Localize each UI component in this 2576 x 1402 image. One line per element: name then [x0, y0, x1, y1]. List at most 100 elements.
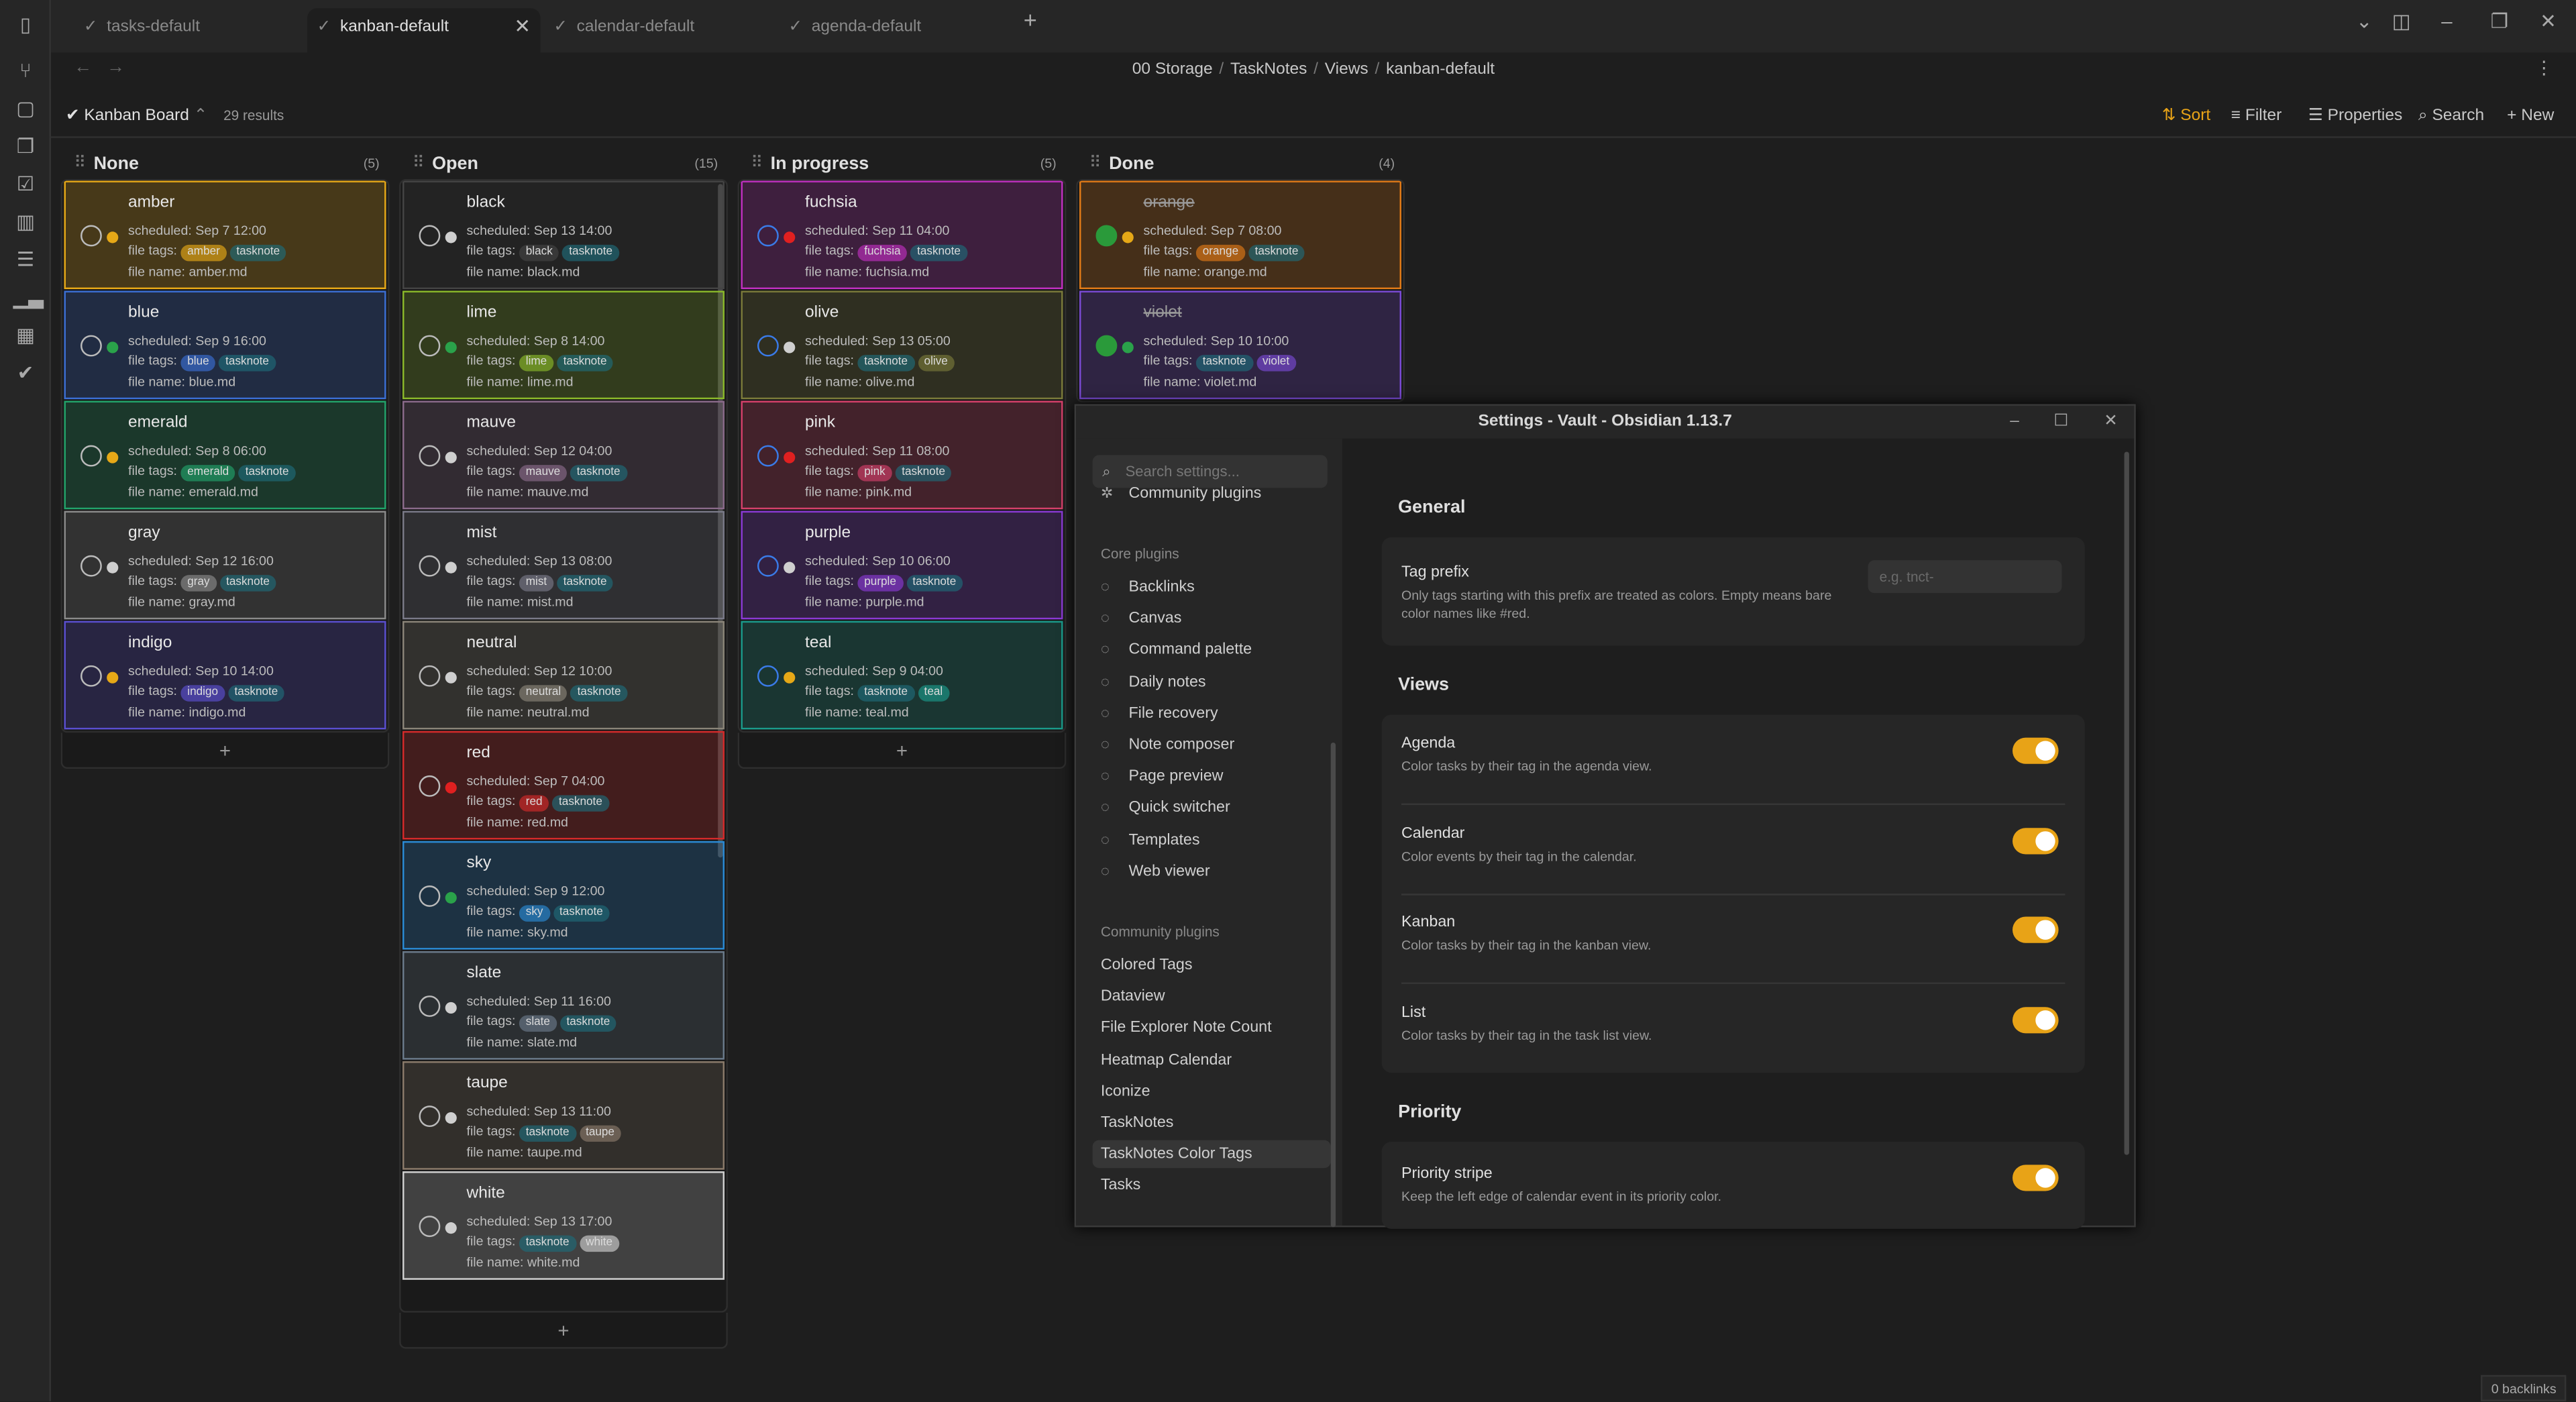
tag-pill[interactable]: tasknote [519, 1235, 576, 1252]
graph-icon[interactable]: ⑂ [13, 59, 38, 84]
breadcrumb-item[interactable]: TaskNotes [1230, 61, 1307, 79]
drag-handle-icon[interactable]: ⠿ [413, 151, 425, 177]
tag-pill[interactable]: indigo [180, 685, 225, 702]
tag-pill[interactable]: violet [1256, 354, 1296, 372]
task-card[interactable]: black scheduled: Sep 13 14:00 file tags: b… [402, 180, 725, 290]
tag-pill[interactable]: tasknote [895, 465, 952, 482]
sidebar-item-core[interactable]: ◌ Command palette [1093, 637, 1331, 665]
sidebar-item-plugin[interactable]: TaskNotes Color Tags [1092, 1140, 1331, 1169]
sidebar-item-core[interactable]: ◌ Page preview [1093, 763, 1331, 791]
tag-pill[interactable]: tasknote [857, 685, 914, 702]
calendar-icon[interactable]: ▦ [13, 323, 38, 348]
tag-pill[interactable]: black [519, 244, 559, 262]
tag-pill[interactable]: purple [857, 575, 903, 592]
task-card[interactable]: fuchsia scheduled: Sep 11 04:00 file tags:… [741, 180, 1063, 290]
minimize-icon[interactable]: – [2441, 10, 2452, 33]
sidebar-item-community-plugins[interactable]: ✲ Community plugins [1093, 480, 1331, 508]
tag-pill[interactable]: tasknote [570, 465, 627, 482]
sidebar-item-core[interactable]: ◌ Note composer [1093, 731, 1331, 759]
new-tab-icon[interactable]: + [1024, 7, 1037, 33]
task-card[interactable]: slate scheduled: Sep 11 16:00 file tags: s… [402, 951, 725, 1060]
check-all-icon[interactable]: ✔ [13, 362, 38, 386]
maximize-icon[interactable]: ☐ [2053, 406, 2068, 439]
sidebar-item-plugin[interactable]: Tasks [1093, 1172, 1331, 1200]
column-header[interactable]: ⠿ Open (15) [399, 151, 728, 177]
tag-pill[interactable]: tasknote [559, 1015, 617, 1032]
status-checkbox[interactable] [757, 555, 779, 577]
right-sidebar-icon[interactable]: ◫ [2392, 10, 2411, 33]
status-checkbox[interactable] [1095, 335, 1118, 357]
status-checkbox[interactable] [757, 225, 779, 247]
task-card[interactable]: gray scheduled: Sep 12 16:00 file tags: gr… [64, 510, 386, 620]
status-checkbox[interactable] [419, 995, 441, 1017]
status-checkbox[interactable] [419, 225, 441, 247]
tag-pill[interactable]: tasknote [910, 244, 967, 262]
sidebar-scrollbar[interactable] [1330, 742, 1336, 1228]
task-card[interactable]: mist scheduled: Sep 13 08:00 file tags: mi… [402, 510, 725, 620]
status-checkbox[interactable] [80, 335, 102, 357]
view-selector[interactable]: ✔ Kanban Board ⌃ [66, 107, 207, 125]
tag-pill[interactable]: tasknote [556, 354, 614, 372]
sidebar-item-plugin[interactable]: File Explorer Note Count [1093, 1014, 1331, 1042]
sidebar-item-core[interactable]: ◌ Daily notes [1093, 668, 1331, 696]
task-card[interactable]: sky scheduled: Sep 9 12:00 file tags: sky t… [402, 841, 725, 950]
tag-pill[interactable]: tasknote [229, 244, 286, 262]
more-options-icon[interactable]: ⋮ [2535, 58, 2553, 78]
tag-pill[interactable]: white [579, 1235, 619, 1252]
tab-agenda-default[interactable]: ✓ agenda-default [779, 8, 1009, 52]
task-card[interactable]: red scheduled: Sep 7 04:00 file tags: red t… [402, 731, 725, 840]
maximize-icon[interactable]: ❐ [2491, 10, 2508, 33]
sidebar-item-plugin[interactable]: Heatmap Calendar [1093, 1046, 1331, 1074]
tag-pill[interactable]: tasknote [552, 795, 609, 812]
view-toggle[interactable] [2012, 737, 2059, 764]
tag-pill[interactable]: mauve [519, 465, 568, 482]
status-checkbox[interactable] [419, 335, 441, 357]
status-checkbox[interactable] [80, 445, 102, 467]
sidebar-item-plugin[interactable]: Iconize [1093, 1077, 1331, 1106]
sidebar-item-core[interactable]: ◌ Quick switcher [1093, 794, 1331, 822]
sidebar-item-core[interactable]: ◌ Backlinks [1093, 574, 1331, 602]
view-toggle[interactable] [2012, 1006, 2059, 1033]
tag-pill[interactable]: olive [917, 354, 955, 372]
sidebar-item-core[interactable]: ◌ Templates [1093, 826, 1331, 854]
tag-pill[interactable]: tasknote [570, 685, 628, 702]
minimize-icon[interactable]: – [2010, 406, 2019, 439]
file-icon[interactable]: ▢ [13, 97, 38, 121]
tag-prefix-input[interactable]: e.g. tnct- [1868, 560, 2062, 594]
task-card[interactable]: olive scheduled: Sep 13 05:00 file tags: t… [741, 290, 1063, 400]
tag-pill[interactable]: tasknote [562, 244, 619, 262]
drag-handle-icon[interactable]: ⠿ [1089, 151, 1102, 177]
column-header[interactable]: ⠿ None (5) [61, 151, 390, 177]
breadcrumb-item[interactable]: kanban-default [1386, 61, 1495, 79]
chart-icon[interactable]: ▁▃ [13, 286, 44, 311]
status-checkbox[interactable] [419, 1106, 441, 1128]
tab-kanban-default[interactable]: ✓ kanban-default ✕ [307, 8, 541, 53]
backlinks-status[interactable]: 0 backlinks [2481, 1374, 2567, 1401]
tag-pill[interactable]: slate [519, 1015, 557, 1032]
sidebar-item-core[interactable]: ◌ Canvas [1093, 605, 1331, 633]
tag-pill[interactable]: orange [1195, 244, 1245, 262]
breadcrumb-item[interactable]: Views [1325, 61, 1368, 79]
status-checkbox[interactable] [757, 335, 779, 357]
status-checkbox[interactable] [419, 775, 441, 797]
tag-pill[interactable]: sky [519, 905, 550, 922]
tag-pill[interactable]: tasknote [556, 575, 614, 592]
task-card[interactable]: violet scheduled: Sep 10 10:00 file tags: … [1079, 290, 1401, 400]
tag-pill[interactable]: amber [180, 244, 227, 262]
breadcrumb-item[interactable]: 00 Storage [1132, 61, 1213, 79]
task-card[interactable]: pink scheduled: Sep 11 08:00 file tags: pi… [741, 400, 1063, 510]
column-header[interactable]: ⠿ In progress (5) [738, 151, 1067, 177]
sidebar-item-plugin[interactable]: Dataview [1093, 983, 1331, 1011]
task-card[interactable]: teal scheduled: Sep 9 04:00 file tags: tas… [741, 621, 1063, 730]
drag-handle-icon[interactable]: ⠿ [74, 151, 86, 177]
tab-calendar-default[interactable]: ✓ calendar-default [544, 8, 774, 52]
status-checkbox[interactable] [419, 1216, 441, 1238]
close-icon[interactable]: ✕ [2104, 406, 2118, 439]
sort-button[interactable]: ⇅ Sort [2162, 107, 2210, 125]
tag-pill[interactable]: tasknote [906, 575, 963, 592]
tag-pill[interactable]: tasknote [857, 354, 914, 372]
status-checkbox[interactable] [757, 665, 779, 687]
task-card[interactable]: lime scheduled: Sep 8 14:00 file tags: lim… [402, 290, 725, 400]
status-checkbox[interactable] [80, 665, 102, 687]
tag-pill[interactable]: tasknote [219, 575, 276, 592]
